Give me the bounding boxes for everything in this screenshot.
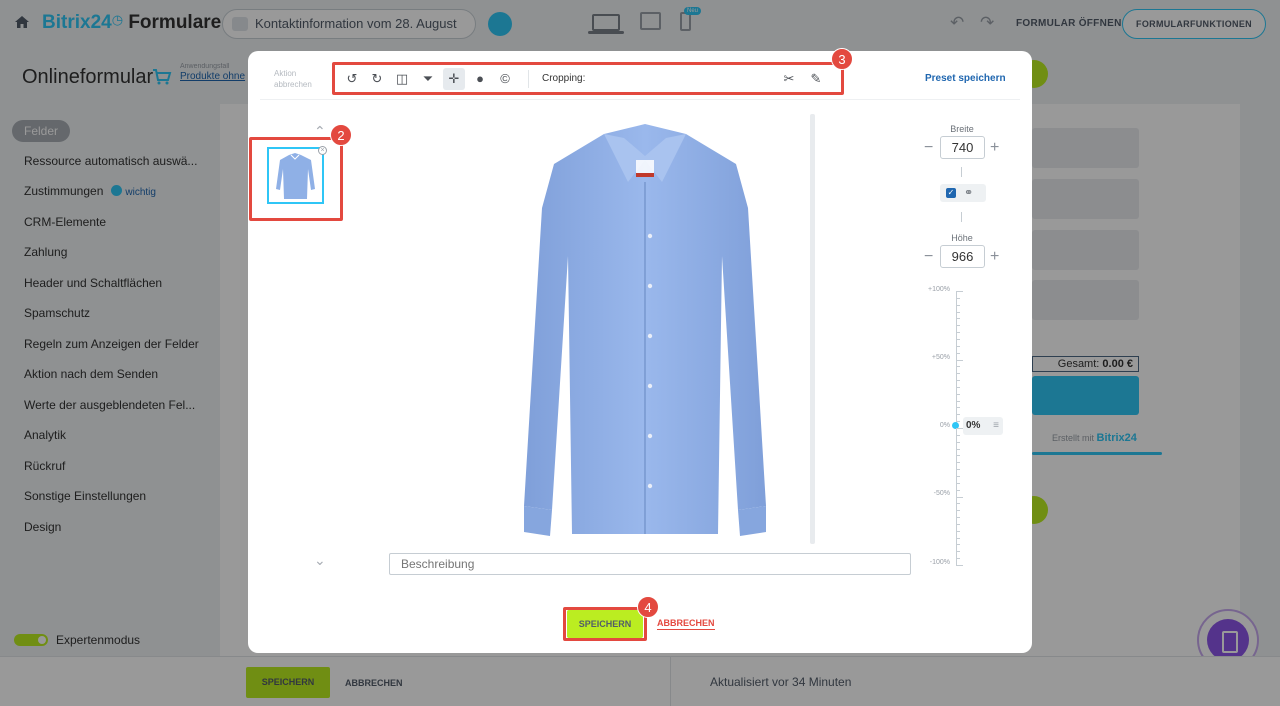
scale-tick	[956, 475, 960, 477]
scale-tick	[956, 338, 960, 340]
shirt-button	[647, 483, 653, 489]
scale-tick	[956, 544, 960, 546]
scale-tick	[956, 462, 960, 464]
height-label: Höhe	[951, 233, 973, 243]
scale-tick	[956, 291, 963, 292]
scale-tick	[956, 359, 963, 361]
link-line-top	[961, 167, 962, 177]
scale-tick	[956, 455, 960, 457]
shirt-button	[647, 233, 653, 239]
scale-tick	[956, 530, 960, 532]
shirt-button	[647, 383, 653, 389]
scale-tick	[956, 380, 960, 382]
scale-tick	[956, 496, 963, 498]
shirt-label	[636, 160, 654, 174]
scale-tick	[956, 407, 960, 409]
scale-tick	[956, 393, 960, 395]
scale-tick	[956, 565, 963, 566]
scale-value-text: 0%	[966, 420, 981, 431]
scale-tick	[956, 325, 960, 327]
keep-ratio-checkbox[interactable]: ✓	[946, 188, 956, 198]
shirt-button	[647, 333, 653, 339]
toolbar-highlight	[332, 62, 844, 95]
shirt-cuff-left	[524, 506, 552, 536]
scale-tick	[956, 482, 960, 484]
scale-tick	[956, 523, 960, 525]
scale-label: -50%	[933, 490, 950, 497]
thumbnail-highlight	[249, 137, 343, 221]
preview-scrollbar[interactable]	[810, 114, 815, 544]
scale-label: +50%	[931, 354, 950, 361]
editor-cancel-button[interactable]: ABBRECHEN	[657, 617, 715, 630]
scale-tick	[956, 517, 960, 519]
save-highlight	[563, 607, 647, 641]
height-decrease-button[interactable]: −	[924, 249, 933, 265]
shirt-label-tag	[636, 173, 654, 177]
width-decrease-button[interactable]: −	[924, 140, 933, 156]
scale-tick	[956, 373, 960, 375]
scale-tick	[956, 434, 960, 436]
shirt-button	[647, 283, 653, 289]
scale-label: -100%	[929, 559, 950, 566]
undo-action-button[interactable]: Aktion abbrechen	[274, 68, 320, 90]
height-increase-button[interactable]: +	[990, 249, 999, 265]
step-badge: 3	[831, 48, 853, 70]
scale-tick	[956, 318, 960, 320]
grip-icon: ≡	[993, 420, 999, 431]
scale-tick	[956, 441, 960, 443]
scale-tick	[956, 311, 960, 313]
image-editor-dialog: Aktion abbrechen ↺ ↻ ◫ ⏷ ✛ ● © Cropping:…	[248, 48, 1032, 653]
scale-tick	[956, 551, 960, 553]
width-input[interactable]: 740	[940, 136, 985, 159]
scale-tick	[956, 503, 960, 505]
chevron-down-icon[interactable]: ⌄	[314, 552, 326, 569]
scale-tick	[956, 366, 960, 368]
shirt-button	[647, 433, 653, 439]
scale-tick	[956, 386, 960, 388]
scale-tick	[956, 414, 960, 416]
scale-label: +100%	[928, 286, 950, 293]
scale-tick	[956, 421, 960, 423]
scale-tick	[956, 489, 960, 491]
header-divider	[260, 99, 1020, 100]
image-preview[interactable]	[486, 116, 804, 544]
step-badge: 4	[637, 596, 659, 618]
chevron-up-icon[interactable]: ⌃	[314, 123, 330, 139]
scale-label: 0%	[939, 422, 950, 429]
shirt-cuff-right	[738, 506, 766, 536]
scale-tick	[956, 537, 960, 539]
step-badge: 2	[330, 124, 352, 146]
scale-tick	[956, 428, 963, 429]
save-preset-link[interactable]: Preset speichern	[925, 73, 1006, 84]
scale-tick	[956, 400, 960, 402]
aspect-ratio-lock[interactable]: ✓ ⚭	[940, 184, 986, 202]
scale-tick	[956, 558, 960, 560]
scale-tick	[956, 469, 960, 471]
scale-tick	[956, 448, 960, 450]
scale-tick	[956, 297, 960, 299]
link-line-bottom	[961, 212, 962, 222]
height-input[interactable]: 966	[940, 245, 985, 268]
scale-value[interactable]: 0% ≡	[963, 417, 1003, 435]
scale-tick	[956, 332, 960, 334]
width-increase-button[interactable]: +	[990, 140, 999, 156]
scale-tick	[956, 510, 960, 512]
description-input[interactable]	[389, 553, 911, 575]
link-icon: ⚭	[964, 187, 974, 199]
scale-tick	[956, 352, 960, 354]
scale-tick	[956, 345, 960, 347]
scale-tick	[956, 304, 960, 306]
width-label: Breite	[950, 124, 974, 134]
